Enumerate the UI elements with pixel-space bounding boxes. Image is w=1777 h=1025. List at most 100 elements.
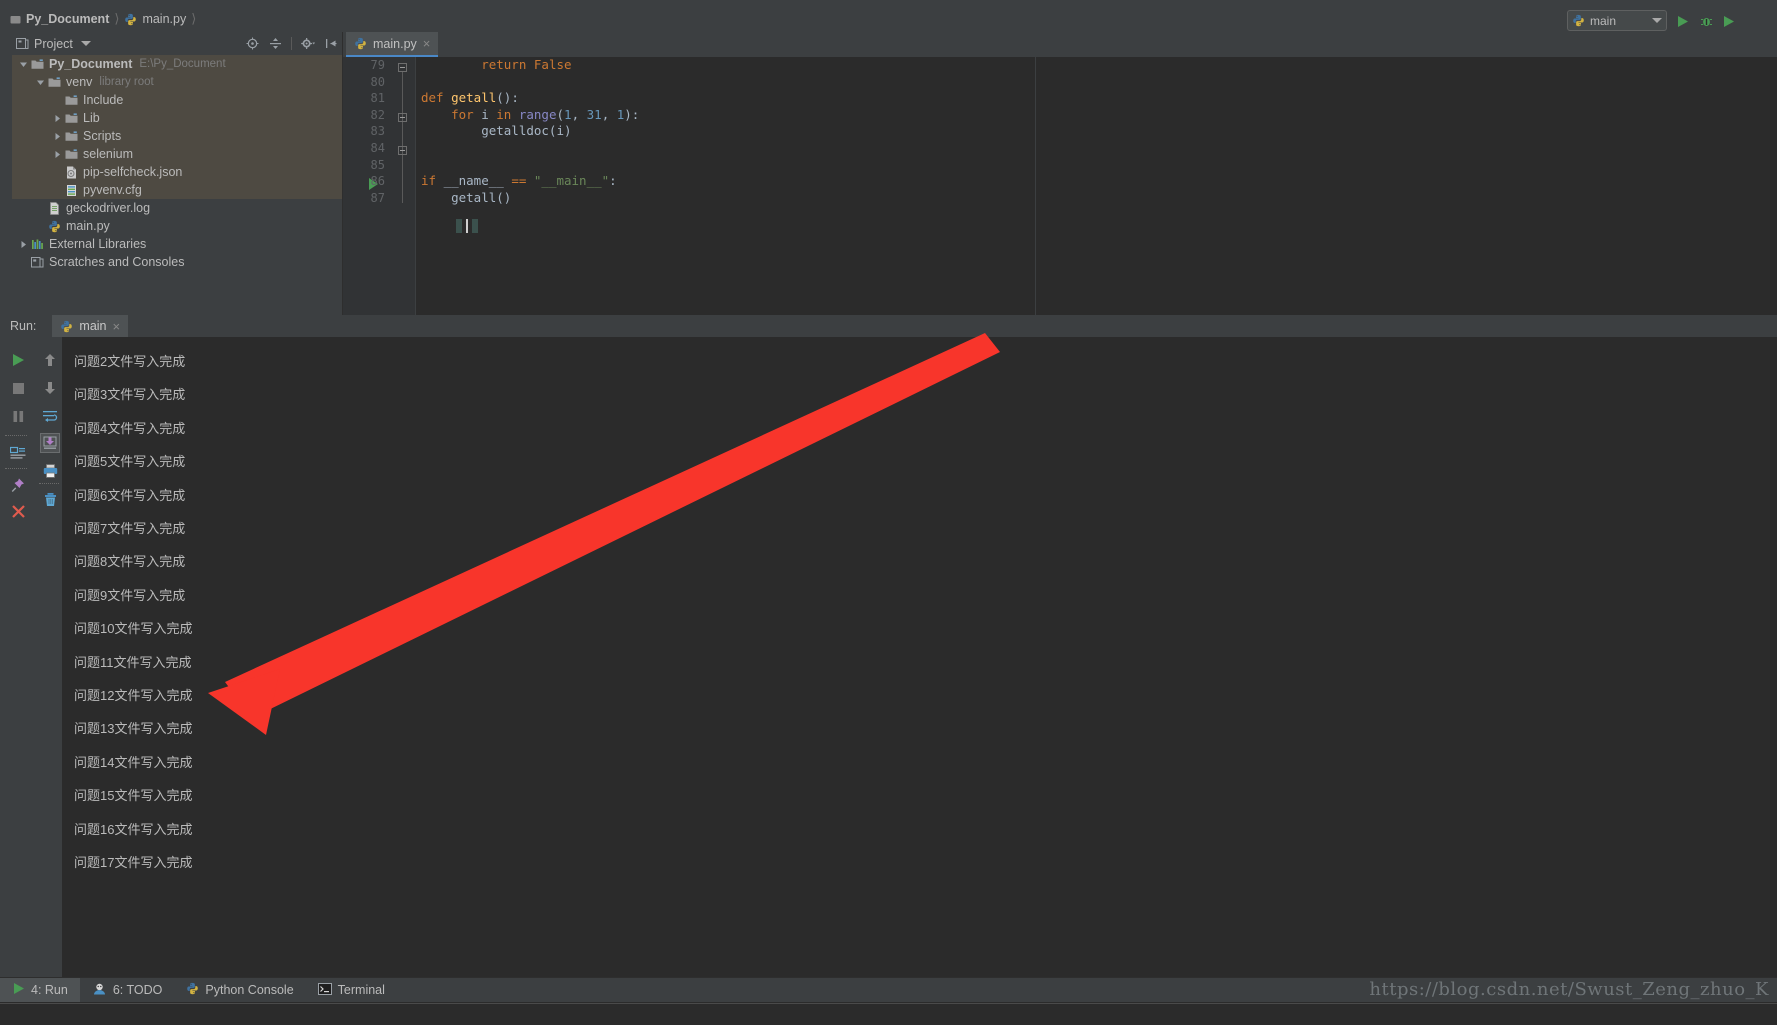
rerun-button[interactable] (8, 350, 28, 370)
breadcrumb-item-project[interactable]: Py_Document (6, 6, 113, 32)
breadcrumb-separator: ⟩ (190, 11, 197, 27)
run-with-coverage-button[interactable] (1719, 12, 1737, 30)
tree-node-note: E:\Py_Document (139, 58, 225, 70)
tree-node[interactable]: main.py (12, 217, 342, 235)
close-button[interactable] (8, 501, 28, 521)
console-line: 问题16文件写入完成 (74, 819, 192, 838)
close-icon[interactable]: × (113, 319, 121, 334)
line-number: 85 (343, 157, 385, 174)
code-line[interactable]: 79 return False (343, 57, 1777, 74)
code-line[interactable]: 85 (343, 157, 1777, 174)
code-line[interactable]: 81def getall(): (343, 90, 1777, 107)
code-token: getall() (421, 190, 511, 205)
console-line: 问题5文件写入完成 (74, 451, 185, 470)
tree-node[interactable]: Lib (12, 109, 342, 127)
run-button[interactable] (1673, 12, 1691, 30)
tree-node-label: Scripts (83, 129, 121, 143)
code-line[interactable]: 82 for i in range(1, 31, 1): (343, 107, 1777, 124)
breadcrumb-separator: ⟩ (113, 11, 120, 27)
window-bottom-fill (0, 1001, 1777, 1025)
print-button[interactable] (40, 461, 60, 481)
code-token: "__main__" (534, 173, 609, 188)
tree-node[interactable]: venvlibrary root (12, 73, 342, 91)
hide-panel-icon[interactable] (324, 37, 338, 51)
console-output[interactable]: 问题2文件写入完成问题3文件写入完成问题4文件写入完成问题5文件写入完成问题6文… (62, 337, 1777, 977)
tree-node-label: Scratches and Consoles (49, 255, 185, 269)
tree-node[interactable]: Scratches and Consoles (12, 253, 342, 271)
settings-gear-icon[interactable] (301, 37, 315, 51)
tree-node[interactable]: pyvenv.cfg (12, 181, 342, 199)
console-controls-column (36, 337, 63, 977)
code-token: ( (557, 107, 565, 122)
code-token: 1 (564, 107, 572, 122)
pin-tab-button[interactable] (8, 475, 28, 495)
status-bar-item[interactable]: Terminal (306, 978, 397, 1002)
project-tree[interactable]: Py_DocumentE:\Py_Documentvenvlibrary roo… (12, 55, 342, 315)
console-line: 问题6文件写入完成 (74, 485, 185, 504)
show-console-button[interactable] (8, 443, 28, 463)
code-line[interactable]: 87 getall() (343, 190, 1777, 207)
code-canvas[interactable]: 79 return False8081def getall():82 for i… (343, 57, 1777, 315)
collapse-all-icon[interactable] (268, 37, 282, 51)
line-number: 86 (343, 173, 385, 190)
project-panel-header[interactable]: Project (12, 32, 342, 55)
code-line[interactable]: 84 (343, 140, 1777, 157)
run-tab-main[interactable]: main × (52, 315, 128, 337)
chevron-down-icon[interactable] (81, 41, 91, 46)
editor-tab-label: main.py (373, 37, 417, 51)
tree-node-label: venv (66, 75, 92, 89)
code-token: 31 (587, 107, 602, 122)
scroll-to-end-button[interactable] (40, 433, 60, 453)
pause-button[interactable] (8, 406, 28, 426)
tree-node[interactable]: selenium (12, 145, 342, 163)
folder-icon (48, 76, 61, 89)
watermark-text: https://blog.csdn.net/Swust_Zeng_zhuo_K (1369, 977, 1769, 1001)
code-line[interactable]: 80 (343, 74, 1777, 91)
tree-node[interactable]: External Libraries (12, 235, 342, 253)
locate-icon[interactable] (245, 37, 259, 51)
code-line[interactable]: 83 getalldoc(i) (343, 123, 1777, 140)
tree-node[interactable]: pip-selfcheck.json (12, 163, 342, 181)
editor-tab-main-py[interactable]: main.py × (346, 32, 438, 57)
stop-button[interactable] (8, 378, 28, 398)
chevron-down-icon[interactable] (18, 59, 29, 70)
bug-icon[interactable] (1697, 12, 1715, 30)
pycharm-window: Py_Document ⟩ main.py ⟩ main (0, 0, 1777, 1025)
line-number: 79 (343, 57, 385, 74)
tree-node[interactable]: geckodriver.log (12, 199, 342, 217)
tree-node-label: main.py (66, 219, 110, 233)
chevron-right-icon[interactable] (52, 149, 63, 160)
play-icon (12, 982, 25, 998)
soft-wrap-button[interactable] (40, 406, 60, 426)
tree-node[interactable]: Py_DocumentE:\Py_Document (12, 55, 342, 73)
chevron-right-icon[interactable] (18, 239, 29, 250)
tree-node-label: External Libraries (49, 237, 146, 251)
clear-all-button[interactable] (40, 489, 60, 509)
code-lines[interactable]: 79 return False8081def getall():82 for i… (343, 57, 1777, 315)
console-line: 问题17文件写入完成 (74, 852, 192, 871)
status-bar-item[interactable]: 4: Run (0, 978, 80, 1002)
tree-spacer (35, 221, 46, 232)
tree-node[interactable]: Include (12, 91, 342, 109)
close-icon[interactable]: × (423, 36, 431, 51)
chevron-right-icon[interactable] (52, 131, 63, 142)
breadcrumb-item-file[interactable]: main.py (120, 6, 190, 32)
tree-node[interactable]: Scripts (12, 127, 342, 145)
chevron-right-icon[interactable] (52, 113, 63, 124)
run-tool-window: Run: main × (0, 315, 1777, 977)
scroll-down-button[interactable] (40, 378, 60, 398)
code-token: getalldoc(i) (421, 123, 572, 138)
folder-icon (65, 130, 78, 143)
code-token: range (519, 107, 557, 122)
console-line: 问题11文件写入完成 (74, 652, 192, 671)
status-bar-item[interactable]: Python Console (174, 978, 305, 1002)
run-configuration-label: main (1590, 14, 1647, 28)
code-text: return False (421, 57, 572, 74)
chevron-down-icon[interactable] (35, 77, 46, 88)
library-icon (31, 238, 44, 251)
run-configuration-selector[interactable]: main (1567, 10, 1667, 31)
status-bar-item[interactable]: 6: TODO (80, 978, 175, 1002)
tree-spacer (52, 95, 63, 106)
code-line[interactable]: 86if __name__ == "__main__": (343, 173, 1777, 190)
scroll-up-button[interactable] (40, 350, 60, 370)
